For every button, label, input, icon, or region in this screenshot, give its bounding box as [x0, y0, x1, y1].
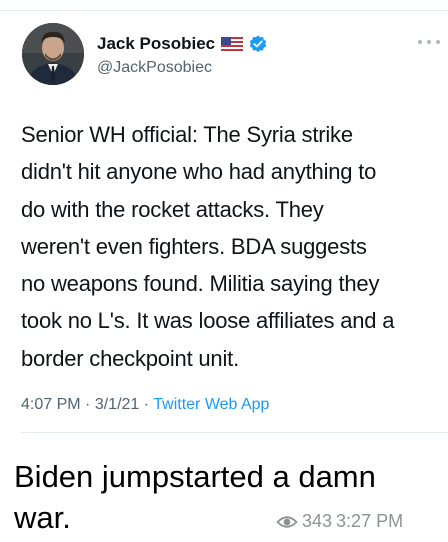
more-dot: [418, 40, 422, 44]
tweet-date[interactable]: 3/1/21: [95, 396, 139, 413]
tweet-body: Senior WH official: The Syria strike did…: [21, 116, 441, 377]
tweet-time[interactable]: 4:07 PM: [21, 396, 81, 413]
meta-separator: ·: [143, 396, 150, 413]
message-meta: 343 3:27 PM: [276, 511, 403, 532]
more-dot: [427, 40, 431, 44]
tweet-text-line: didn't hit anyone who had anything to: [21, 159, 377, 185]
avatar[interactable]: [22, 23, 84, 85]
us-flag-icon: [221, 37, 244, 51]
author-name-row[interactable]: Jack Posobiec: [97, 33, 267, 55]
message-time: 3:27 PM: [336, 511, 404, 531]
embedded-tweet[interactable]: Jack Posobiec @JackPosobiec Senior WH of…: [0, 11, 448, 433]
tweet-text-line: border checkpoint unit.: [21, 345, 239, 371]
eye-icon: [276, 514, 298, 530]
tweet-text-line: took no L's. It was loose affiliates and…: [21, 308, 395, 334]
tweet-text-line: do with the rocket attacks. They: [21, 196, 324, 222]
author-handle[interactable]: @JackPosobiec: [97, 59, 212, 77]
tweet-bottom-divider: [21, 432, 448, 433]
tweet-text-line: no weapons found. Militia saying they: [21, 271, 380, 297]
tweet-source-link[interactable]: Twitter Web App: [153, 396, 269, 413]
author-display-name[interactable]: Jack Posobiec: [97, 34, 215, 54]
view-count: 343: [302, 511, 333, 531]
tweet-text-line: weren't even fighters. BDA suggests: [21, 233, 367, 259]
more-options-icon[interactable]: [418, 37, 440, 47]
tweet-text-line: Senior WH official: The Syria strike: [21, 122, 353, 147]
more-dot: [436, 40, 440, 44]
verified-badge-icon: [249, 35, 267, 53]
meta-separator: ·: [85, 396, 91, 413]
message-text-line: Biden jumpstarted a damn: [14, 459, 376, 494]
tweet-metadata: 4:07 PM · 3/1/21 · Twitter Web App: [21, 396, 269, 414]
